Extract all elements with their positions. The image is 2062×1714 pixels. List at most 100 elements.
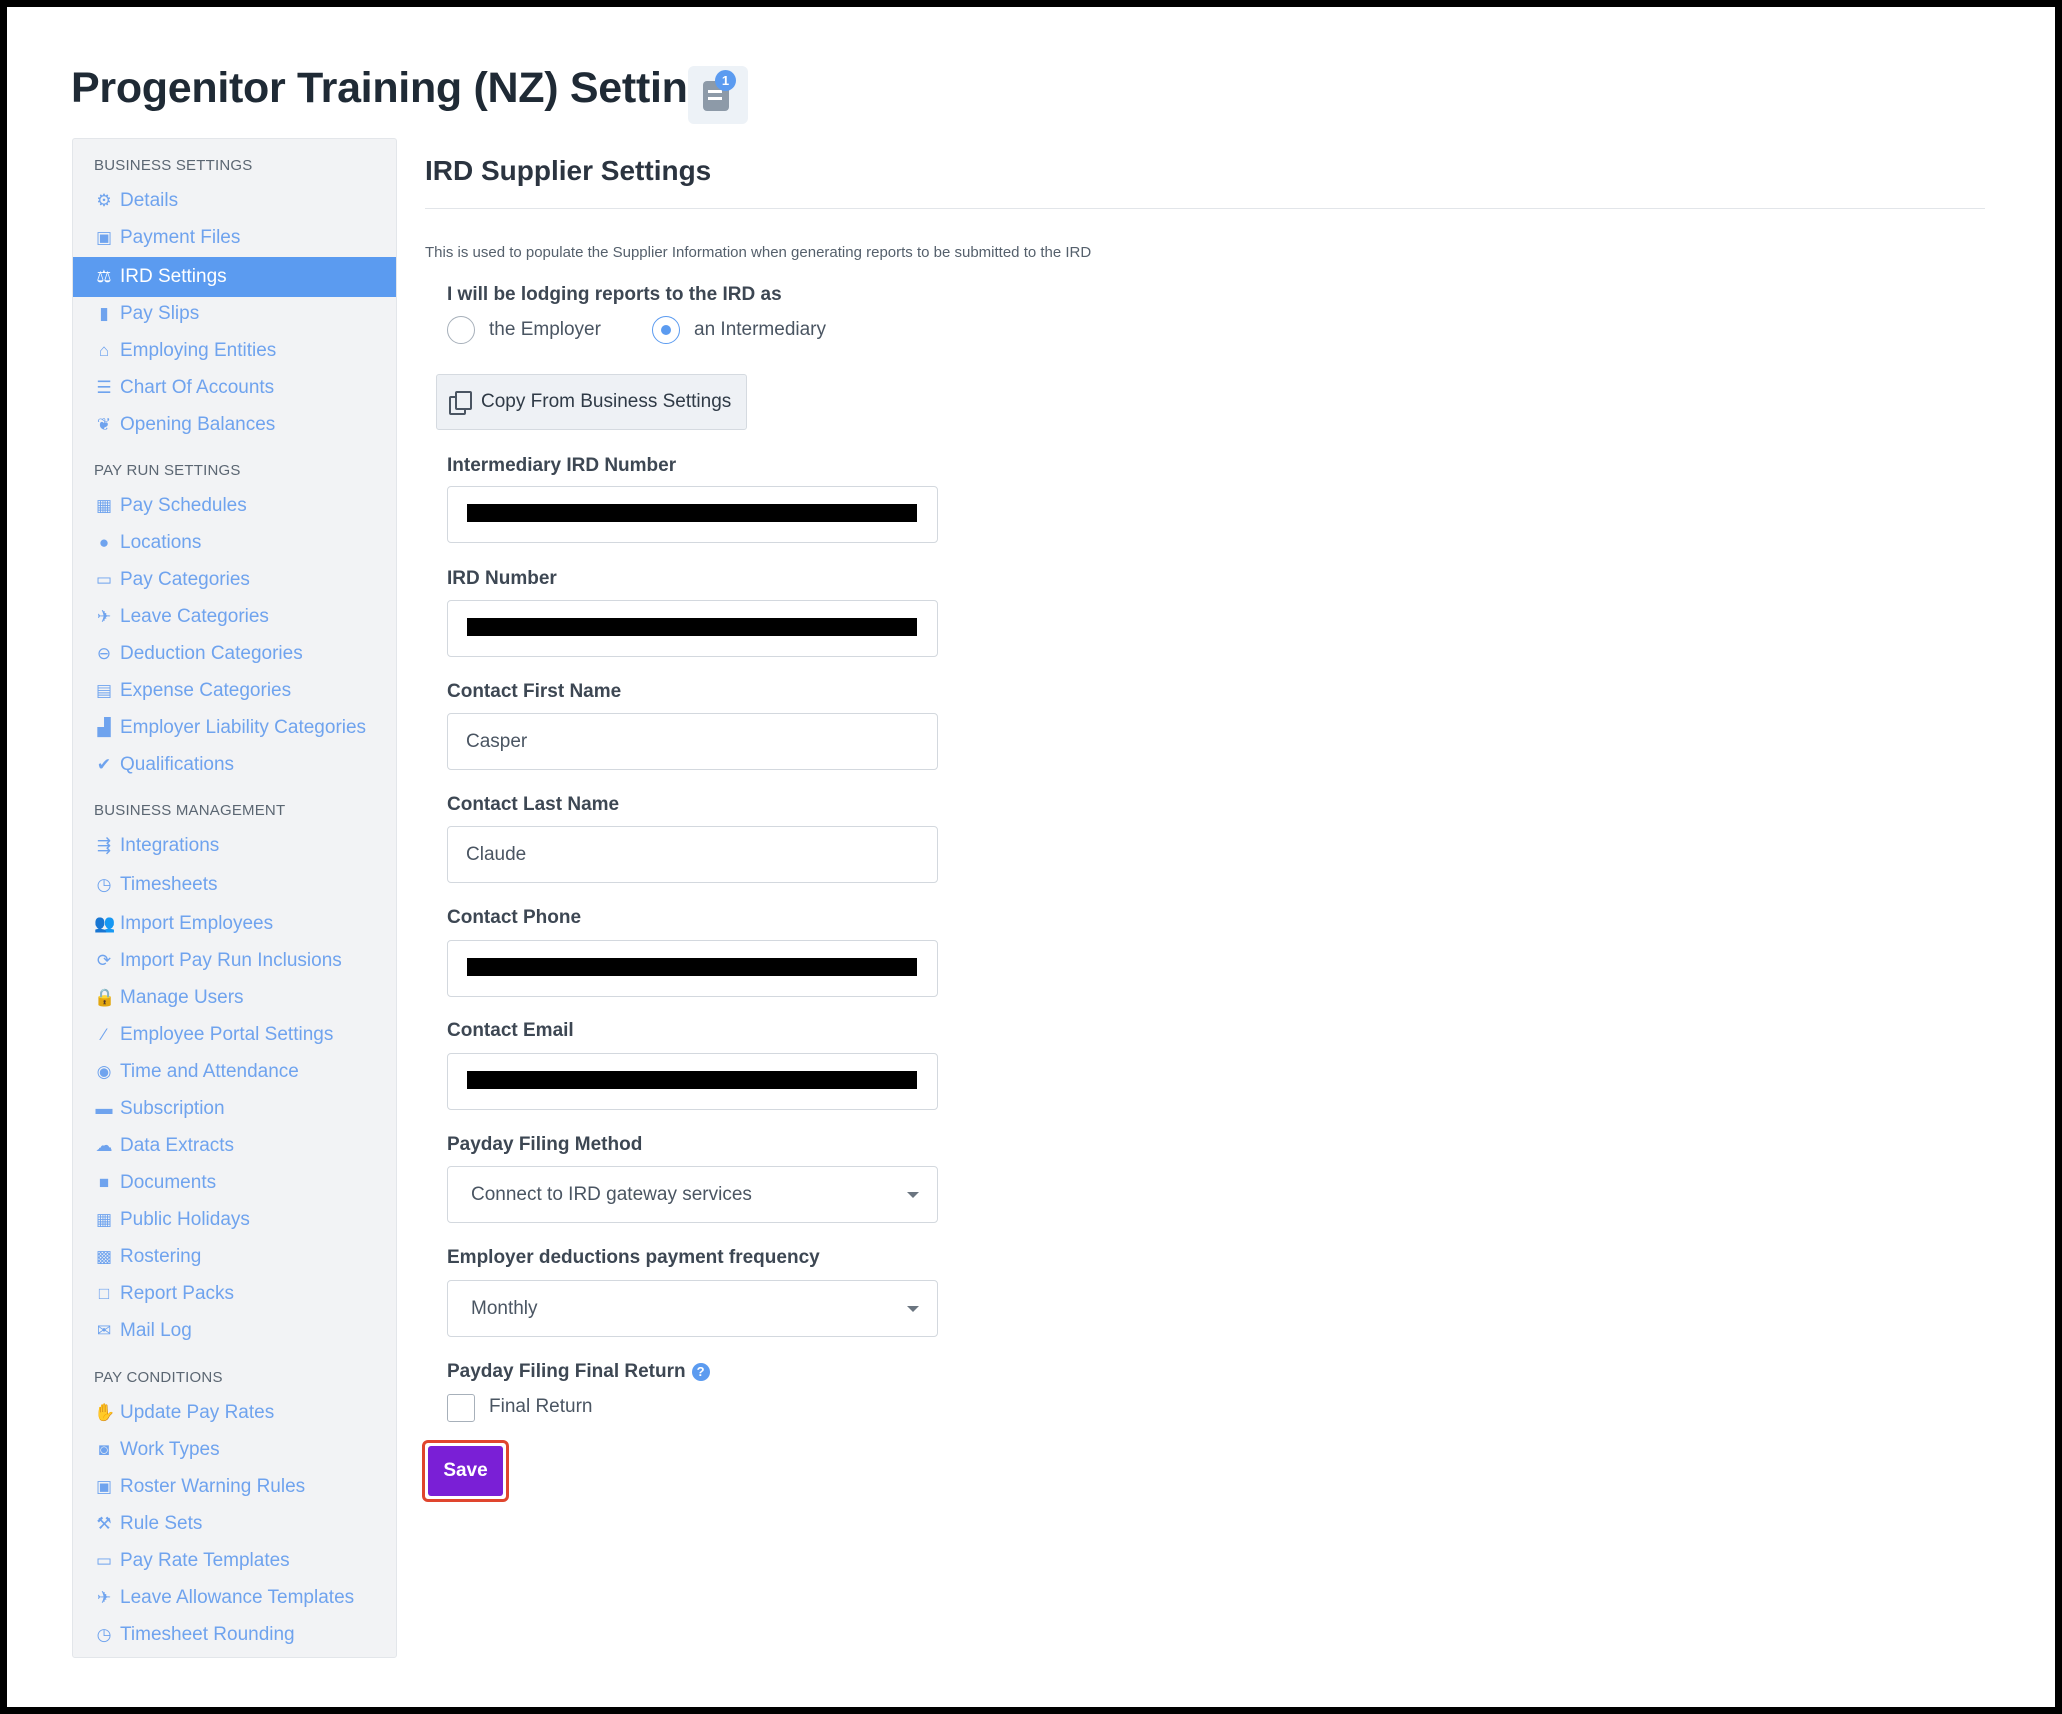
chevron-down-icon bbox=[907, 1306, 919, 1312]
folder-open-icon: □ bbox=[98, 1284, 110, 1303]
file-icon: ▮ bbox=[99, 304, 109, 323]
copy-icon bbox=[449, 391, 472, 415]
sidebar-item-update-pay-rates[interactable]: ✋ Update Pay Rates bbox=[73, 1394, 396, 1432]
save-button[interactable]: Save bbox=[428, 1446, 503, 1496]
payday-filing-method-label: Payday Filing Method bbox=[447, 1134, 643, 1155]
final-return-checkbox-label: Final Return bbox=[489, 1396, 593, 1417]
money-icon: ▭ bbox=[95, 1551, 113, 1570]
sidebar-item-time-and-attendance[interactable]: ◉ Time and Attendance bbox=[73, 1053, 396, 1091]
radio-employer[interactable] bbox=[447, 316, 475, 344]
sidebar-item-employee-portal-settings[interactable]: ⁄ Employee Portal Settings bbox=[73, 1016, 396, 1054]
clock-icon: ◷ bbox=[96, 1625, 112, 1644]
sidebar-heading-business-settings: BUSINESS SETTINGS bbox=[94, 157, 253, 174]
notification-badge: 1 bbox=[715, 70, 736, 91]
contact-email-label: Contact Email bbox=[447, 1020, 574, 1041]
sidebar-item-expense-categories[interactable]: ▤ Expense Categories bbox=[73, 672, 396, 710]
sidebar-item-pay-slips[interactable]: ▮ Pay Slips bbox=[73, 295, 396, 333]
people-icon: 👥 bbox=[94, 914, 116, 933]
sidebar-item-chart-of-accounts[interactable]: ☰ Chart Of Accounts bbox=[73, 369, 396, 407]
sidebar-item-leave-allowance-templates[interactable]: ✈ Leave Allowance Templates bbox=[73, 1579, 396, 1617]
sidebar-item-timesheet-rounding[interactable]: ◷ Timesheet Rounding bbox=[73, 1616, 396, 1654]
sidebar-item-mail-log[interactable]: ✉ Mail Log bbox=[73, 1312, 396, 1350]
sidebar-item-subscription[interactable]: ▬ Subscription bbox=[73, 1090, 396, 1128]
sidebar-heading-pay-conditions: PAY CONDITIONS bbox=[94, 1369, 223, 1386]
help-icon[interactable]: ? bbox=[691, 1363, 710, 1381]
sidebar-heading-pay-run-settings: PAY RUN SETTINGS bbox=[94, 462, 241, 479]
leaf-icon: ❦ bbox=[96, 415, 112, 434]
envelope-icon: ✉ bbox=[96, 1321, 112, 1340]
sidebar-item-integrations[interactable]: ⇶ Integrations bbox=[73, 827, 396, 865]
sidebar-item-pay-categories[interactable]: ▭ Pay Categories bbox=[73, 561, 396, 599]
sidebar-item-employer-liability-categories[interactable]: ▟ Employer Liability Categories bbox=[73, 709, 396, 747]
contact-last-name-label: Contact Last Name bbox=[447, 794, 620, 815]
copy-from-business-settings-button[interactable]: Copy From Business Settings bbox=[436, 374, 747, 430]
bank-icon: ⌂ bbox=[98, 341, 110, 360]
sidebar-item-import-employees[interactable]: 👥 Import Employees bbox=[73, 905, 396, 943]
radio-intermediary-option[interactable]: an Intermediary bbox=[652, 316, 826, 344]
contact-first-name-input[interactable]: Casper bbox=[447, 713, 938, 770]
sidebar-item-public-holidays[interactable]: ▦ Public Holidays bbox=[73, 1201, 396, 1239]
sidebar-item-documents[interactable]: ■ Documents bbox=[73, 1164, 396, 1202]
sidebar-item-rule-sets[interactable]: ⚒ Rule Sets bbox=[73, 1505, 396, 1543]
section-description: This is used to populate the Supplier In… bbox=[425, 244, 1092, 261]
sidebar-item-locations[interactable]: ● Locations bbox=[73, 524, 396, 562]
contact-last-name-input[interactable]: Claude bbox=[447, 826, 938, 883]
radio-intermediary[interactable] bbox=[652, 316, 680, 344]
chevron-down-icon bbox=[907, 1192, 919, 1198]
contact-phone-label: Contact Phone bbox=[447, 907, 582, 928]
plane-icon: ✈ bbox=[96, 607, 112, 626]
sidebar-item-payment-files[interactable]: ▣ Payment Files bbox=[73, 219, 396, 257]
contact-email-input[interactable] bbox=[447, 1053, 938, 1110]
sidebar-item-timesheets[interactable]: ◷ Timesheets bbox=[73, 866, 396, 904]
sidebar-item-data-extracts[interactable]: ☁ Data Extracts bbox=[73, 1127, 396, 1165]
payment-frequency-label: Employer deductions payment frequency bbox=[447, 1247, 820, 1268]
contact-phone-input[interactable] bbox=[447, 940, 938, 997]
floppy-icon: ▣ bbox=[95, 228, 113, 247]
integration-icon: ⇶ bbox=[96, 836, 112, 855]
save-button-highlight: Save bbox=[422, 1440, 509, 1502]
folder-icon: ■ bbox=[98, 1173, 110, 1192]
sidebar-item-manage-users[interactable]: 🔒 Manage Users bbox=[73, 979, 396, 1017]
sidebar-item-opening-balances[interactable]: ❦ Opening Balances bbox=[73, 406, 396, 444]
final-return-section-label: Payday Filing Final Return? bbox=[447, 1361, 710, 1383]
sidebar-item-details[interactable]: ⚙ Details bbox=[73, 182, 396, 220]
final-return-checkbox[interactable] bbox=[447, 1394, 475, 1422]
credit-card-icon: ▬ bbox=[95, 1099, 113, 1118]
sidebar-item-leave-categories[interactable]: ✈ Leave Categories bbox=[73, 598, 396, 636]
radio-employer-option[interactable]: the Employer bbox=[447, 316, 601, 344]
intermediary-ird-number-input[interactable] bbox=[447, 486, 938, 543]
sidebar-item-employing-entities[interactable]: ⌂ Employing Entities bbox=[73, 332, 396, 370]
sidebar-item-work-types[interactable]: ◙ Work Types bbox=[73, 1431, 396, 1469]
sidebar-item-report-packs[interactable]: □ Report Packs bbox=[73, 1275, 396, 1313]
calendar-icon: ▦ bbox=[95, 496, 113, 515]
industry-icon: ▟ bbox=[97, 718, 111, 737]
sidebar-item-roster-warning-rules[interactable]: ▣ Roster Warning Rules bbox=[73, 1468, 396, 1506]
sidebar-item-qualifications[interactable]: ✔ Qualifications bbox=[73, 746, 396, 784]
page-title: Progenitor Training (NZ) Settings bbox=[71, 64, 738, 112]
gavel-icon: ⚒ bbox=[96, 1514, 112, 1533]
settings-sidebar: BUSINESS SETTINGS ⚙ Details ▣ Payment File… bbox=[72, 138, 397, 1658]
refresh-icon: ⟳ bbox=[96, 951, 112, 970]
divider bbox=[425, 208, 1985, 209]
calendar-alert-icon: ▣ bbox=[95, 1477, 113, 1496]
sidebar-item-pay-rate-templates[interactable]: ▭ Pay Rate Templates bbox=[73, 1542, 396, 1580]
gear-icon: ⚙ bbox=[96, 191, 112, 210]
section-title: IRD Supplier Settings bbox=[425, 155, 712, 186]
radio-employer-label: the Employer bbox=[489, 319, 601, 340]
time-attendance-icon: ◉ bbox=[96, 1062, 112, 1081]
sidebar-item-pay-schedules[interactable]: ▦ Pay Schedules bbox=[73, 487, 396, 525]
notes-button[interactable]: 1 bbox=[688, 66, 748, 124]
sidebar-item-rostering[interactable]: ▩ Rostering bbox=[73, 1238, 396, 1276]
payment-frequency-select[interactable]: Monthly bbox=[447, 1280, 938, 1337]
lock-icon: 🔒 bbox=[94, 988, 116, 1007]
sidebar-heading-business-management: BUSINESS MANAGEMENT bbox=[94, 802, 286, 819]
calendar-icon: ▦ bbox=[95, 1210, 113, 1229]
sidebar-item-ird-settings[interactable]: ⚖ IRD Settings bbox=[73, 257, 396, 297]
ird-number-input[interactable] bbox=[447, 600, 938, 657]
sidebar-item-deduction-categories[interactable]: ⊖ Deduction Categories bbox=[73, 635, 396, 673]
payday-filing-method-select[interactable]: Connect to IRD gateway services bbox=[447, 1166, 938, 1223]
lodging-label: I will be lodging reports to the IRD as bbox=[447, 284, 782, 305]
sidebar-item-import-pay-run-inclusions[interactable]: ⟳ Import Pay Run Inclusions bbox=[73, 942, 396, 980]
archive-icon: ▤ bbox=[95, 681, 113, 700]
camera-icon: ◙ bbox=[98, 1440, 110, 1459]
